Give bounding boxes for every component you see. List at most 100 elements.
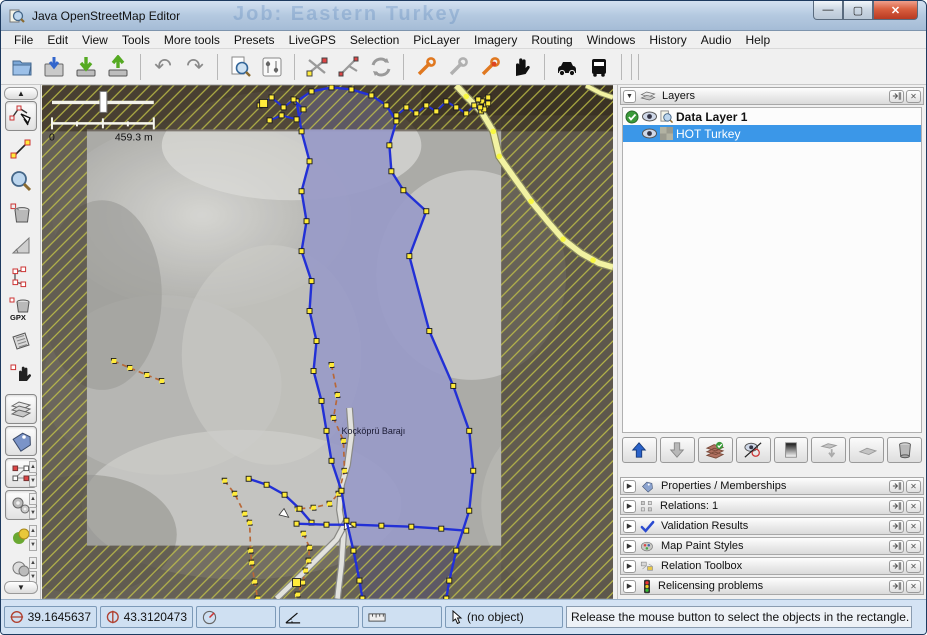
fix-tool-red-button[interactable] bbox=[475, 53, 505, 81]
layer-show-hide-button[interactable] bbox=[736, 437, 771, 463]
expand-button[interactable]: ▶ bbox=[623, 520, 636, 533]
layer-delete-button[interactable] bbox=[887, 437, 922, 463]
refresh-button[interactable] bbox=[366, 53, 396, 81]
map-canvas[interactable]: Koçköprü Barajı 0 459.3 m bbox=[42, 85, 613, 599]
menu-history[interactable]: History bbox=[642, 32, 693, 48]
menu-file[interactable]: File bbox=[7, 32, 40, 48]
split-way-button[interactable] bbox=[302, 53, 332, 81]
delete-tool-button[interactable] bbox=[5, 198, 37, 228]
close-button[interactable]: ✕ bbox=[873, 1, 918, 20]
pan-button[interactable] bbox=[507, 53, 537, 81]
layers-stick-button[interactable] bbox=[889, 90, 904, 103]
close-panel-button[interactable]: ✕ bbox=[906, 480, 921, 493]
close-panel-button[interactable]: ✕ bbox=[906, 560, 921, 573]
panel-relicensing[interactable]: ▶ Relicensing problems ✕ bbox=[620, 577, 924, 595]
download-button[interactable] bbox=[71, 53, 101, 81]
maximize-button[interactable]: ▢ bbox=[843, 1, 873, 20]
expand-button[interactable]: ▶ bbox=[623, 480, 636, 493]
sidebar-scroll-up-button[interactable]: ▲ bbox=[4, 87, 38, 100]
open-button[interactable] bbox=[7, 53, 37, 81]
stick-button[interactable] bbox=[889, 560, 904, 573]
menu-audio[interactable]: Audio bbox=[694, 32, 739, 48]
layer-visible-eye-icon[interactable] bbox=[642, 128, 657, 139]
preferences-button[interactable] bbox=[257, 53, 287, 81]
grid-tool-button[interactable] bbox=[5, 326, 37, 356]
layer-active-check-icon[interactable] bbox=[625, 110, 639, 124]
layer-move-up-button[interactable] bbox=[622, 437, 657, 463]
upload-button[interactable] bbox=[103, 53, 133, 81]
map-paint-panel-toggle[interactable]: ▲▼ bbox=[5, 490, 37, 520]
layer-merge-button[interactable] bbox=[811, 437, 846, 463]
combine-way-button[interactable] bbox=[334, 53, 364, 81]
map-paint-spinner[interactable]: ▲▼ bbox=[29, 493, 37, 519]
draw-node-tool-button[interactable] bbox=[5, 134, 37, 164]
stick-button[interactable] bbox=[889, 540, 904, 553]
title-bar[interactable]: Java OpenStreetMap Editor Job: Eastern T… bbox=[1, 1, 926, 31]
menu-windows[interactable]: Windows bbox=[580, 32, 643, 48]
layers-collapse-button[interactable]: ▼ bbox=[623, 90, 636, 103]
bus-routing-button[interactable] bbox=[584, 53, 614, 81]
stick-button[interactable] bbox=[889, 480, 904, 493]
layers-close-button[interactable]: ✕ bbox=[906, 90, 921, 103]
stick-button[interactable] bbox=[889, 520, 904, 533]
presets-spinner[interactable]: ▲▼ bbox=[29, 525, 37, 551]
layer-opacity-button[interactable] bbox=[774, 437, 809, 463]
menu-tools[interactable]: Tools bbox=[115, 32, 157, 48]
panel-relations[interactable]: ▶ Relations: 1 ✕ bbox=[620, 497, 924, 515]
layers-panel-toggle[interactable] bbox=[5, 394, 37, 424]
search-button[interactable] bbox=[225, 53, 255, 81]
presets-panel-toggle[interactable]: ▲▼ bbox=[5, 522, 37, 552]
menu-routing[interactable]: Routing bbox=[524, 32, 579, 48]
menu-edit[interactable]: Edit bbox=[40, 32, 75, 48]
way-nodes[interactable] bbox=[293, 579, 301, 587]
car-routing-button[interactable] bbox=[552, 53, 582, 81]
menu-view[interactable]: View bbox=[75, 32, 115, 48]
relations-spinner[interactable]: ▲▼ bbox=[29, 461, 37, 487]
layer-move-down-button[interactable] bbox=[660, 437, 695, 463]
panel-map-paint-styles[interactable]: ▶ Map Paint Styles ✕ bbox=[620, 537, 924, 555]
improve-way-tool-button[interactable] bbox=[5, 358, 37, 388]
panel-properties[interactable]: ▶ Properties / Memberships ✕ bbox=[620, 477, 924, 495]
panel-relation-toolbox[interactable]: ▶ Relation Toolbox ✕ bbox=[620, 557, 924, 575]
close-panel-button[interactable]: ✕ bbox=[906, 500, 921, 513]
layer-row-hot-turkey[interactable]: HOT Turkey bbox=[623, 125, 921, 142]
unglue-tool-button[interactable] bbox=[5, 262, 37, 292]
fix-tool-orange-button[interactable] bbox=[411, 53, 441, 81]
select-tool-button[interactable] bbox=[5, 101, 37, 131]
layer-row-data-layer[interactable]: Data Layer 1 bbox=[623, 108, 921, 125]
redo-button[interactable]: ↷ bbox=[180, 53, 210, 81]
expand-button[interactable]: ▶ bbox=[623, 500, 636, 513]
layer-duplicate-button[interactable] bbox=[849, 437, 884, 463]
relations-panel-toggle[interactable]: ▲▼ bbox=[5, 458, 37, 488]
changeset-panel-toggle[interactable]: ▲▼ bbox=[5, 554, 37, 584]
close-panel-button[interactable]: ✕ bbox=[906, 540, 921, 553]
close-panel-button[interactable]: ✕ bbox=[906, 580, 921, 593]
way-nodes[interactable] bbox=[260, 99, 268, 107]
changesets-spinner[interactable]: ▲▼ bbox=[29, 557, 37, 583]
menu-selection[interactable]: Selection bbox=[343, 32, 406, 48]
zoom-tool-button[interactable] bbox=[5, 166, 37, 196]
minimize-button[interactable]: — bbox=[813, 1, 843, 20]
save-button[interactable] bbox=[39, 53, 69, 81]
menu-presets[interactable]: Presets bbox=[227, 32, 282, 48]
menu-more-tools[interactable]: More tools bbox=[157, 32, 227, 48]
stick-button[interactable] bbox=[889, 580, 904, 593]
map-view[interactable]: Koçköprü Barajı 0 459.3 m bbox=[42, 85, 613, 599]
undo-button[interactable]: ↶ bbox=[148, 53, 178, 81]
fix-tool-gray-button[interactable] bbox=[443, 53, 473, 81]
menu-livegps[interactable]: LiveGPS bbox=[282, 32, 343, 48]
expand-button[interactable]: ▶ bbox=[623, 560, 636, 573]
expand-button[interactable]: ▶ bbox=[623, 540, 636, 553]
menu-piclayer[interactable]: PicLayer bbox=[406, 32, 467, 48]
sidebar-scroll-down-button[interactable]: ▼ bbox=[4, 581, 38, 594]
layer-activate-button[interactable] bbox=[698, 437, 733, 463]
gpx-tool-button[interactable]: GPX bbox=[5, 294, 37, 324]
panel-validation[interactable]: ▶ Validation Results ✕ bbox=[620, 517, 924, 535]
tags-panel-toggle[interactable] bbox=[5, 426, 37, 456]
layer-visible-eye-icon[interactable] bbox=[642, 111, 657, 122]
menu-imagery[interactable]: Imagery bbox=[467, 32, 524, 48]
expand-button[interactable]: ▶ bbox=[623, 580, 636, 593]
measure-tool-button[interactable] bbox=[5, 230, 37, 260]
stick-button[interactable] bbox=[889, 500, 904, 513]
close-panel-button[interactable]: ✕ bbox=[906, 520, 921, 533]
